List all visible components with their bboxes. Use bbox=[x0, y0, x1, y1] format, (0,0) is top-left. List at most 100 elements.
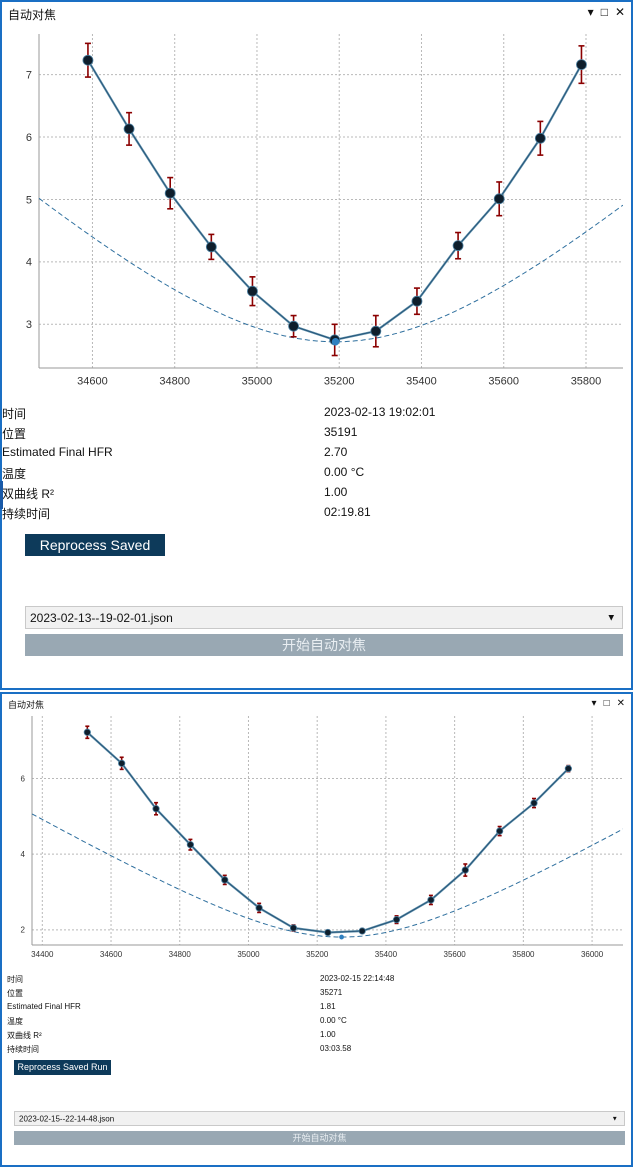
data-point bbox=[118, 759, 126, 767]
y-tick-label: 3 bbox=[26, 319, 32, 331]
data-point bbox=[496, 827, 504, 835]
data-point bbox=[392, 916, 401, 924]
hfr-value: 2.70 bbox=[324, 445, 348, 459]
r-squared-label: 双曲线 R² bbox=[7, 1031, 42, 1040]
dropdown-arrow-icon: ▼ bbox=[606, 612, 617, 623]
y-tick-label: 6 bbox=[21, 774, 26, 783]
data-point bbox=[576, 59, 587, 70]
data-point bbox=[82, 54, 94, 66]
data-point bbox=[288, 320, 299, 332]
reprocess-saved-run-button[interactable]: Reprocess Saved Run bbox=[25, 534, 165, 575]
plot-area bbox=[32, 725, 623, 940]
data-point bbox=[221, 876, 229, 884]
r-squared-label: 双曲线 R² bbox=[2, 487, 54, 501]
x-tick-label: 34800 bbox=[169, 950, 192, 959]
saved-run-select-value: 2023-02-13--19-02-01.json bbox=[30, 610, 173, 625]
window-controls: ▾ □ ✕ bbox=[588, 5, 625, 19]
data-point bbox=[370, 325, 382, 337]
position-value: 35271 bbox=[320, 988, 343, 997]
measured-line-core bbox=[87, 60, 582, 341]
x-tick-label: 35200 bbox=[306, 950, 329, 959]
x-tick-label: 35800 bbox=[512, 950, 535, 959]
final-focus-point bbox=[331, 338, 340, 346]
start-autofocus-button[interactable]: 开始自动对焦 bbox=[25, 634, 623, 656]
data-point bbox=[493, 193, 505, 205]
hfr-label: Estimated Final HFR bbox=[7, 1002, 81, 1011]
x-tick-label: 36000 bbox=[581, 950, 604, 959]
duration-label: 持续时间 bbox=[7, 1045, 39, 1054]
time-value: 2023-02-13 19:02:01 bbox=[324, 405, 436, 419]
data-point bbox=[411, 295, 423, 307]
y-tick-label: 4 bbox=[21, 850, 26, 859]
position-value: 35191 bbox=[324, 425, 358, 439]
data-point bbox=[152, 805, 160, 813]
time-label: 时间 bbox=[2, 407, 27, 421]
background-window-edge bbox=[0, 481, 3, 509]
r-squared-value: 1.00 bbox=[324, 485, 348, 499]
temperature-label: 温度 bbox=[7, 1017, 23, 1026]
autofocus-window-1: 自动对焦 ▾ □ ✕ 34600 34800 35000 35200 35400 3560… bbox=[0, 0, 633, 690]
duration-value: 03:03.58 bbox=[320, 1044, 352, 1053]
position-label: 位置 bbox=[2, 427, 27, 441]
data-point bbox=[564, 765, 572, 773]
data-point bbox=[164, 187, 176, 199]
x-tick-label: 35000 bbox=[242, 376, 273, 388]
hyperbolic-fit-curve bbox=[39, 197, 623, 343]
maximize-icon[interactable]: □ bbox=[601, 5, 608, 19]
saved-run-select[interactable]: 2023-02-15--22-14-48.json ▼ bbox=[14, 1111, 625, 1126]
start-autofocus-button[interactable]: 开始自动对焦 bbox=[14, 1131, 625, 1145]
r-squared-value: 1.00 bbox=[320, 1030, 336, 1039]
data-point bbox=[186, 841, 195, 849]
dropdown-arrow-icon: ▼ bbox=[611, 1115, 618, 1122]
data-point bbox=[255, 904, 263, 912]
data-point bbox=[289, 924, 298, 932]
x-tick-label: 34600 bbox=[77, 376, 108, 388]
hyperbolic-fit-curve bbox=[32, 813, 623, 938]
x-tick-label: 34800 bbox=[159, 376, 190, 388]
data-point bbox=[247, 285, 258, 297]
window-title: 自动对焦 bbox=[8, 8, 57, 22]
x-tick-label: 34400 bbox=[31, 950, 54, 959]
data-point bbox=[205, 241, 217, 253]
y-tick-label: 5 bbox=[26, 194, 32, 206]
x-tick-label: 35400 bbox=[375, 950, 398, 959]
duration-label: 持续时间 bbox=[2, 507, 51, 521]
measured-line bbox=[86, 59, 583, 342]
data-point bbox=[324, 928, 332, 937]
hfr-value: 1.81 bbox=[320, 1002, 336, 1011]
saved-run-select-value: 2023-02-15--22-14-48.json bbox=[19, 1114, 115, 1123]
autofocus-window-2: 自动对焦 ▾ □ ✕ 34400 34600 34800 35000 35200 3540… bbox=[0, 692, 633, 1167]
measured-line bbox=[86, 731, 570, 934]
data-point bbox=[530, 799, 538, 807]
time-label: 时间 bbox=[7, 975, 23, 984]
x-tick-label: 35600 bbox=[488, 376, 519, 388]
y-tick-label: 7 bbox=[26, 69, 32, 81]
x-tick-label: 35400 bbox=[406, 376, 437, 388]
data-point bbox=[358, 927, 366, 935]
y-tick-label: 6 bbox=[26, 132, 32, 144]
x-tick-label: 35800 bbox=[571, 376, 602, 388]
position-label: 位置 bbox=[7, 989, 23, 998]
dropdown-icon[interactable]: ▾ bbox=[588, 5, 594, 19]
reprocess-saved-run-button[interactable]: Reprocess Saved Run bbox=[14, 1060, 111, 1075]
temperature-value: 0.00 °C bbox=[324, 465, 365, 479]
duration-value: 02:19.81 bbox=[324, 505, 371, 519]
y-tick-label: 4 bbox=[26, 257, 32, 269]
final-focus-point bbox=[339, 934, 344, 940]
temperature-value: 0.00 °C bbox=[320, 1016, 347, 1025]
x-tick-label: 34600 bbox=[100, 950, 123, 959]
data-point bbox=[534, 132, 546, 144]
temperature-label: 温度 bbox=[2, 467, 27, 481]
data-point bbox=[123, 123, 135, 135]
data-point bbox=[427, 896, 435, 904]
x-tick-label: 35000 bbox=[237, 950, 260, 959]
y-tick-label: 2 bbox=[21, 926, 26, 935]
close-icon[interactable]: ✕ bbox=[615, 5, 625, 19]
data-point bbox=[83, 728, 91, 736]
saved-run-select[interactable]: 2023-02-13--19-02-01.json ▼ bbox=[25, 606, 623, 629]
hfr-label: Estimated Final HFR bbox=[2, 445, 113, 459]
time-value: 2023-02-15 22:14:48 bbox=[320, 974, 395, 983]
data-point bbox=[452, 240, 464, 252]
title-bar: 自动对焦 ▾ □ ✕ bbox=[2, 2, 631, 24]
hfr-focus-chart: 34400 34600 34800 35000 35200 35400 35600 35800… bbox=[21, 716, 623, 959]
